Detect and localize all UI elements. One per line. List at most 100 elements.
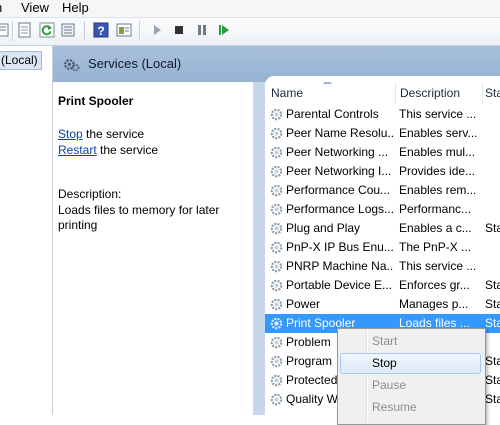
description-label: Description:	[58, 187, 122, 201]
table-row[interactable]: Portable Device E... Enforces gr... Sta	[265, 276, 500, 295]
stop-service-text: the service	[82, 127, 145, 141]
service-name-cell: Portable Device E...	[286, 278, 393, 292]
service-description-cell: Enables serv...	[399, 126, 478, 140]
service-status-cell: Sta	[485, 278, 500, 292]
toolbar: ?	[0, 18, 500, 46]
properties-icon[interactable]	[0, 22, 10, 38]
service-status-cell: Sta	[485, 316, 500, 330]
context-menu: Start Stop Pause Resume	[337, 328, 486, 425]
stop-service-link[interactable]: Stop	[58, 127, 83, 141]
service-description-cell: Enables mul...	[399, 145, 476, 159]
service-name-cell: Performance Logs...	[286, 202, 393, 216]
table-row[interactable]: Parental Controls This service ...	[265, 105, 500, 124]
svg-text:?: ?	[97, 24, 104, 38]
service-status-cell: Sta	[485, 221, 500, 235]
service-gear-icon	[270, 222, 283, 235]
service-description-cell: Enables a c...	[399, 221, 472, 235]
menu-action[interactable]: n	[0, 0, 2, 16]
list-icon[interactable]	[60, 22, 76, 38]
table-row[interactable]: PNRP Machine Na... This service ...	[265, 257, 500, 276]
service-gear-icon	[270, 146, 283, 159]
services-gear-icon	[63, 59, 80, 72]
pause-icon[interactable]	[194, 22, 210, 38]
restart-icon[interactable]	[216, 22, 232, 38]
column-status-label: Sta	[485, 86, 500, 100]
context-menu-start[interactable]: Start	[340, 331, 481, 352]
service-gear-icon	[270, 355, 283, 368]
service-gear-icon	[270, 241, 283, 254]
service-name-cell: Power	[286, 297, 321, 311]
service-description-cell: Provides ide...	[399, 164, 476, 178]
selected-service-name: Print Spooler	[58, 94, 134, 108]
service-gear-icon	[270, 127, 283, 140]
pane-title: Services (Local)	[88, 56, 182, 71]
table-row[interactable]: Performance Logs... Performanc...	[265, 200, 500, 219]
service-status-cell: Sta	[485, 373, 500, 387]
restart-service-link[interactable]: Restart	[58, 143, 97, 157]
column-header-description[interactable]: Description	[396, 82, 483, 104]
menu-view[interactable]: View	[21, 0, 49, 16]
service-gear-icon	[270, 336, 283, 349]
service-status-cell: Sta	[485, 392, 500, 406]
service-description-cell: Enforces gr...	[399, 278, 470, 292]
table-row[interactable]: Peer Networking I... Provides ide...	[265, 162, 500, 181]
table-row[interactable]: Power Manages p... Sta	[265, 295, 500, 314]
service-gear-icon	[270, 374, 283, 387]
service-status-cell: Sta	[485, 297, 500, 311]
show-hide-icon[interactable]	[116, 22, 132, 38]
context-menu-pause[interactable]: Pause	[340, 375, 481, 396]
service-description-cell: Enables rem...	[399, 183, 477, 197]
column-description-label: Description	[400, 86, 461, 100]
service-gear-icon	[270, 184, 283, 197]
service-gear-icon	[270, 298, 283, 311]
service-name-cell: PnP-X IP Bus Enu...	[286, 240, 393, 254]
context-menu-stop-label: Stop	[372, 356, 397, 370]
column-header-status[interactable]: Sta	[483, 82, 500, 104]
service-gear-icon	[270, 260, 283, 273]
service-gear-icon	[270, 165, 283, 178]
service-name-cell: Parental Controls	[286, 107, 379, 121]
toolbar-separator	[84, 21, 86, 41]
context-menu-stop[interactable]: Stop	[340, 353, 481, 374]
stop-service-line: Stop the service	[58, 127, 144, 141]
tree-item-services-local[interactable]: (Local)	[0, 51, 42, 70]
service-description-cell: This service ...	[399, 107, 477, 121]
stop-icon[interactable]	[171, 22, 187, 38]
service-description-cell: This service ...	[399, 259, 477, 273]
sort-ascending-icon	[323, 82, 332, 84]
service-gear-icon	[270, 108, 283, 121]
export-list-icon[interactable]	[17, 22, 33, 38]
table-row[interactable]: Peer Name Resolu... Enables serv...	[265, 124, 500, 143]
service-gear-icon	[270, 203, 283, 216]
service-detail-panel: Print Spooler Stop the service Restart t…	[53, 82, 253, 415]
play-icon[interactable]	[149, 22, 165, 38]
help-icon[interactable]: ?	[93, 22, 109, 38]
toolbar-separator	[139, 21, 141, 41]
restart-service-text: the service	[96, 143, 159, 157]
table-row[interactable]: Peer Networking ... Enables mul...	[265, 143, 500, 162]
service-name-cell: Plug and Play	[286, 221, 361, 235]
service-name-cell: Peer Name Resolu...	[286, 126, 393, 140]
description-text-line1: Loads files to memory for later	[58, 203, 220, 217]
service-description-cell: Manages p...	[399, 297, 469, 311]
console-tree: (Local)	[0, 46, 53, 415]
table-row[interactable]: Performance Cou... Enables rem...	[265, 181, 500, 200]
service-name-cell: PNRP Machine Na...	[286, 259, 393, 273]
service-description-cell: Performanc...	[399, 202, 472, 216]
service-status-cell: Sta	[485, 354, 500, 368]
service-name-cell: Performance Cou...	[286, 183, 391, 197]
description-text-line2: printing	[58, 218, 98, 232]
menu-help[interactable]: Help	[62, 0, 89, 16]
column-header-name[interactable]: Name	[265, 82, 396, 104]
table-row[interactable]: Plug and Play Enables a c... Sta	[265, 219, 500, 238]
restart-service-line: Restart the service	[58, 143, 158, 157]
service-gear-icon	[270, 279, 283, 292]
toolbar-separator	[12, 21, 14, 41]
refresh-icon[interactable]	[39, 22, 55, 38]
service-name-cell: Peer Networking I...	[286, 164, 392, 178]
table-row[interactable]: PnP-X IP Bus Enu... The PnP-X ...	[265, 238, 500, 257]
service-name-cell: Peer Networking ...	[286, 145, 389, 159]
service-gear-icon	[270, 393, 283, 406]
context-menu-pause-label: Pause	[372, 378, 407, 392]
column-name-label: Name	[271, 86, 304, 100]
